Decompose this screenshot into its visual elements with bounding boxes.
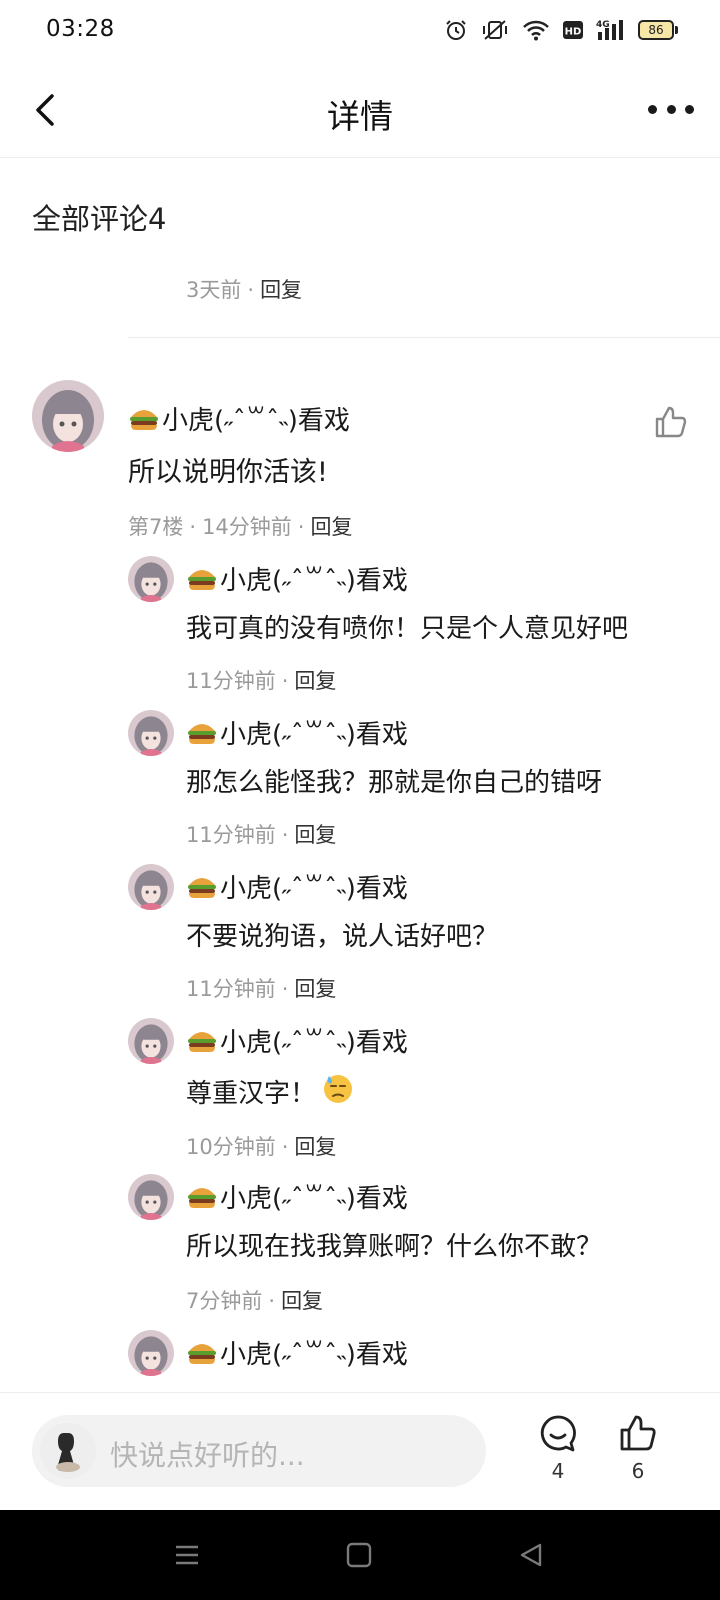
- hamburger-icon: [186, 1340, 218, 1366]
- reply-text: 所以现在找我算账啊？什么你不敢？: [186, 1226, 602, 1263]
- thumbs-up-icon: [620, 1415, 656, 1451]
- comment-time: 14分钟前: [202, 515, 292, 539]
- reply-username[interactable]: 小虎(˶ˆ꒳ˆ˵)看戏: [186, 714, 408, 751]
- like-count: 6: [631, 1459, 645, 1483]
- reply-username[interactable]: 小虎(˶ˆ꒳ˆ˵)看戏: [186, 1178, 408, 1215]
- avatar[interactable]: [128, 1330, 174, 1376]
- hamburger-icon: [186, 1184, 218, 1210]
- reply-button[interactable]: 回复: [310, 515, 352, 539]
- reply-username[interactable]: 小虎(˶ˆ꒳ˆ˵)看戏: [186, 1334, 408, 1371]
- comment-floor: 第7楼: [128, 515, 184, 539]
- reply-button[interactable]: 回复: [281, 1289, 323, 1313]
- battery-level: 86: [638, 20, 674, 40]
- more-dot: [666, 104, 676, 114]
- reply-meta: 11分钟前 · 回复: [186, 669, 337, 693]
- more-button[interactable]: [648, 94, 694, 124]
- username-text: 小虎(˶ˆ꒳ˆ˵)看戏: [220, 1028, 408, 1058]
- reply-meta: 10分钟前 · 回复: [186, 1135, 337, 1159]
- thumbs-up-icon[interactable]: [652, 404, 688, 440]
- comment-bubble-icon: [540, 1415, 576, 1452]
- divider: [128, 337, 720, 338]
- username-text: 小虎(˶ˆ꒳ˆ˵)看戏: [220, 1184, 408, 1214]
- username-text: 小虎(˶ˆ꒳ˆ˵)看戏: [220, 874, 408, 904]
- comment-count: 4: [551, 1459, 565, 1483]
- reply-text: 那怎么能怪我？那就是你自己的错呀: [186, 762, 602, 799]
- reply-time: 11分钟前: [186, 977, 276, 1001]
- hamburger-icon: [186, 566, 218, 592]
- input-placeholder: 快说点好听的...: [110, 1439, 305, 1472]
- hd-icon: HD: [562, 19, 584, 41]
- comments-header: 全部评论4: [32, 202, 167, 236]
- username-text: 小虎(˶ˆ꒳ˆ˵)看戏: [220, 566, 408, 596]
- page-title: 详情: [327, 97, 393, 136]
- reply-text-content: 不要说狗语，说人话好吧？: [186, 922, 499, 952]
- hamburger-icon: [128, 406, 160, 432]
- status-bar: 03:28 HD 4G 86: [0, 0, 720, 64]
- hamburger-icon: [186, 874, 218, 900]
- comment-username[interactable]: 小虎(˶ˆ꒳ˆ˵)看戏: [128, 400, 350, 437]
- reply-time: 7分钟前: [186, 1289, 263, 1313]
- avatar[interactable]: [32, 380, 104, 452]
- reply-meta: 11分钟前 · 回复: [186, 977, 337, 1001]
- svg-text:HD: HD: [565, 27, 582, 38]
- reply-button[interactable]: 回复: [294, 669, 336, 693]
- reply-text-content: 那怎么能怪我？那就是你自己的错呀: [186, 768, 603, 798]
- reply-button[interactable]: 回复: [294, 977, 336, 1001]
- reply-text-content: 我可真的没有喷你！只是个人意见好吧: [186, 614, 629, 644]
- username-text: 小虎(˶ˆ꒳ˆ˵)看戏: [220, 1340, 408, 1370]
- like-button[interactable]: 6: [608, 1413, 668, 1497]
- hamburger-icon: [186, 1028, 218, 1054]
- home-square-icon: [346, 1542, 372, 1568]
- reply-time: 11分钟前: [186, 823, 276, 847]
- reply-username[interactable]: 小虎(˶ˆ꒳ˆ˵)看戏: [186, 1022, 408, 1059]
- previous-comment-meta: 3天前 · 回复: [186, 278, 303, 302]
- bottom-bar: 快说点好听的... 4 6: [0, 1392, 720, 1510]
- comment-time: 3天前: [186, 278, 242, 302]
- reply-meta: 11分钟前 · 回复: [186, 823, 337, 847]
- comment-meta: 第7楼 · 14分钟前 · 回复: [128, 515, 353, 539]
- avatar[interactable]: [128, 1018, 174, 1064]
- avatar[interactable]: [128, 556, 174, 602]
- comment-button[interactable]: 4: [528, 1413, 588, 1497]
- reply-username[interactable]: 小虎(˶ˆ꒳ˆ˵)看戏: [186, 560, 408, 597]
- reply-text-content: 尊重汉字！: [186, 1079, 317, 1109]
- battery-icon: 86: [638, 20, 678, 40]
- hamburger-icon: [186, 720, 218, 746]
- user-avatar: [40, 1423, 96, 1479]
- status-icons: HD 4G 86: [444, 18, 678, 42]
- reply-button[interactable]: 回复: [294, 823, 336, 847]
- reply-time: 10分钟前: [186, 1135, 276, 1159]
- username-text: 小虎(˶ˆ꒳ˆ˵)看戏: [162, 406, 350, 436]
- nav-bar: 详情: [0, 64, 720, 158]
- menu-icon: [176, 1545, 198, 1565]
- triangle-back-icon: [520, 1543, 542, 1567]
- wifi-icon: [522, 19, 550, 41]
- more-dot: [648, 104, 657, 114]
- avatar[interactable]: [128, 1174, 174, 1220]
- more-dot: [685, 104, 694, 114]
- comment-input[interactable]: 快说点好听的...: [32, 1415, 486, 1487]
- status-time: 03:28: [46, 16, 115, 42]
- system-nav-bar: [0, 1510, 720, 1600]
- reply-time: 11分钟前: [186, 669, 276, 693]
- alarm-icon: [444, 18, 468, 42]
- reply-text: 我可真的没有喷你！只是个人意见好吧: [186, 608, 628, 645]
- vibrate-off-icon: [480, 18, 510, 42]
- reply-meta: 7分钟前 · 回复: [186, 1289, 324, 1313]
- back-nav-button[interactable]: [514, 1540, 548, 1570]
- signal-4g-icon: 4G: [596, 18, 626, 42]
- menu-button[interactable]: [170, 1540, 204, 1570]
- avatar[interactable]: [128, 864, 174, 910]
- reply-text: 不要说狗语，说人话好吧？: [186, 916, 498, 953]
- reply-button[interactable]: 回复: [260, 278, 302, 302]
- comment-text: 所以说明你活该!: [128, 457, 328, 488]
- sweat-face-icon: [322, 1072, 354, 1111]
- avatar[interactable]: [128, 710, 174, 756]
- reply-text: 尊重汉字！: [186, 1072, 354, 1111]
- reply-button[interactable]: 回复: [294, 1135, 336, 1159]
- reply-username[interactable]: 小虎(˶ˆ꒳ˆ˵)看戏: [186, 868, 408, 905]
- username-text: 小虎(˶ˆ꒳ˆ˵)看戏: [220, 720, 408, 750]
- reply-text-content: 所以现在找我算账啊？什么你不敢？: [186, 1232, 603, 1262]
- home-button[interactable]: [342, 1540, 376, 1570]
